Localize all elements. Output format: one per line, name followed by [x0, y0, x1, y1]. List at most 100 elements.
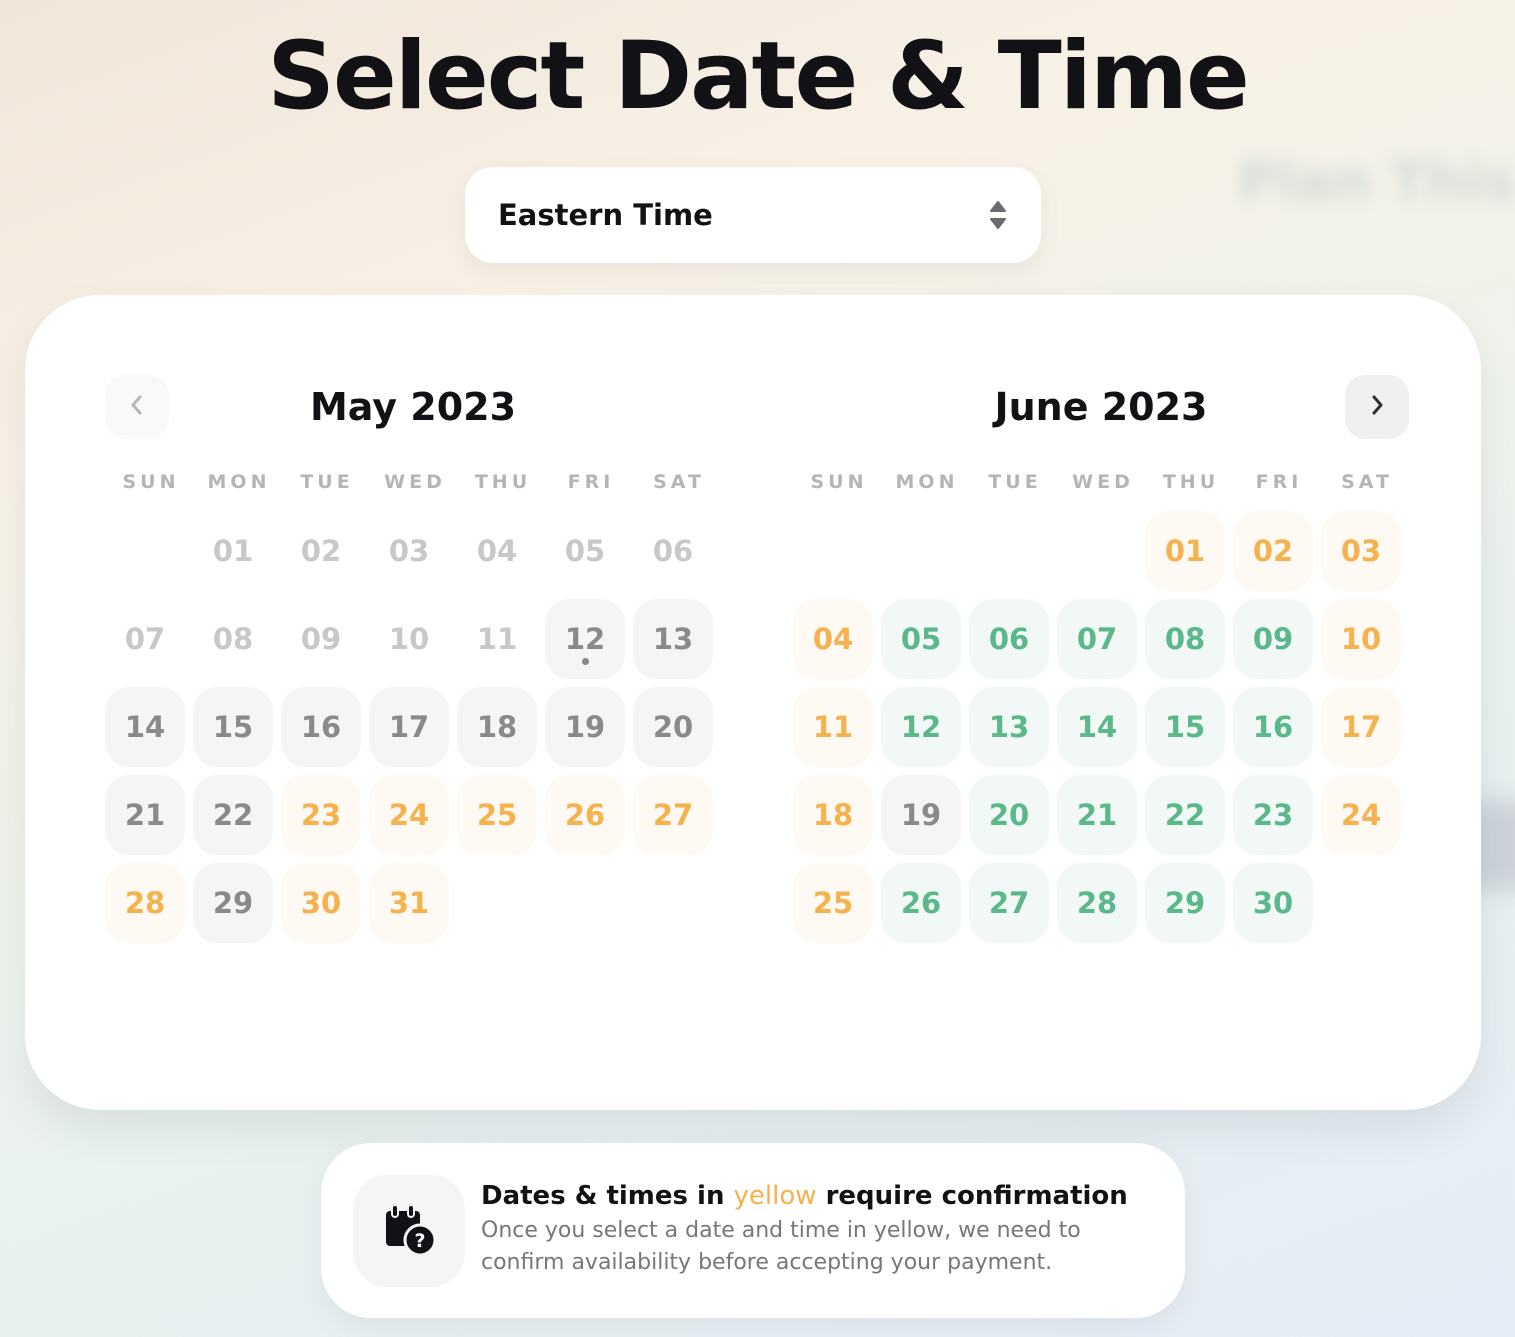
day-number: 27 — [652, 798, 694, 832]
timezone-selected-value: Eastern Time — [498, 198, 713, 232]
day-number: 24 — [1340, 798, 1382, 832]
day-cell-past: 05 — [545, 511, 625, 591]
day-cell-unavailable[interactable]: 19 — [881, 775, 961, 855]
day-number: 24 — [388, 798, 430, 832]
day-cell-confirm[interactable]: 25 — [793, 863, 873, 943]
day-cell-unavailable[interactable]: 14 — [105, 687, 185, 767]
day-number: 20 — [652, 710, 694, 744]
day-cell-confirm[interactable]: 04 — [793, 599, 873, 679]
day-cell-unavailable[interactable]: 16 — [281, 687, 361, 767]
day-cell-unavailable[interactable]: 17 — [369, 687, 449, 767]
day-cell-unavailable[interactable]: 18 — [457, 687, 537, 767]
day-cell-available[interactable]: 09 — [1233, 599, 1313, 679]
weekday-label: THU — [1162, 471, 1220, 493]
day-number: 22 — [212, 798, 254, 832]
weekday-label: SUN — [122, 471, 180, 493]
weekday-label: SAT — [1341, 471, 1393, 493]
day-cell-available[interactable]: 30 — [1233, 863, 1313, 943]
day-number: 06 — [652, 534, 694, 568]
day-cell-available[interactable]: 28 — [1057, 863, 1137, 943]
day-number: 01 — [1164, 534, 1206, 568]
weekday-label: SUN — [810, 471, 868, 493]
day-cell-unavailable[interactable]: 19 — [545, 687, 625, 767]
day-cell-available[interactable]: 20 — [969, 775, 1049, 855]
day-number: 14 — [124, 710, 166, 744]
day-cell-unavailable[interactable]: 20 — [633, 687, 713, 767]
day-cell-unavailable[interactable]: 29 — [193, 863, 273, 943]
day-number: 02 — [300, 534, 342, 568]
timezone-select[interactable]: Eastern Time — [465, 167, 1041, 263]
day-number: 25 — [812, 886, 854, 920]
weekday-label: MON — [895, 471, 959, 493]
day-cell-available[interactable]: 29 — [1145, 863, 1225, 943]
day-number: 18 — [812, 798, 854, 832]
day-cell-available[interactable]: 15 — [1145, 687, 1225, 767]
weekday-label: MON — [207, 471, 271, 493]
day-cell-confirm[interactable]: 26 — [545, 775, 625, 855]
day-cell-available[interactable]: 22 — [1145, 775, 1225, 855]
next-month-button[interactable] — [1345, 375, 1409, 439]
day-cell-confirm[interactable]: 30 — [281, 863, 361, 943]
day-cell-available[interactable]: 07 — [1057, 599, 1137, 679]
day-cell-past: 06 — [633, 511, 713, 591]
day-cell-unavailable[interactable]: 21 — [105, 775, 185, 855]
day-cell-confirm[interactable]: 01 — [1145, 511, 1225, 591]
day-cell-unavailable[interactable]: 15 — [193, 687, 273, 767]
day-cell-confirm[interactable]: 28 — [105, 863, 185, 943]
day-cell-confirm[interactable]: 02 — [1233, 511, 1313, 591]
day-cell-available[interactable]: 12 — [881, 687, 961, 767]
day-cell-available[interactable]: 23 — [1233, 775, 1313, 855]
day-cell-confirm[interactable]: 24 — [369, 775, 449, 855]
day-number: 05 — [900, 622, 942, 656]
calendar-question-icon: ? — [382, 1202, 437, 1260]
day-cell-available[interactable]: 14 — [1057, 687, 1137, 767]
day-cell-past: 03 — [369, 511, 449, 591]
day-number: 15 — [1164, 710, 1206, 744]
day-cell-confirm[interactable]: 03 — [1321, 511, 1401, 591]
notice-title-highlight: yellow — [733, 1181, 817, 1211]
day-cell-confirm[interactable]: 18 — [793, 775, 873, 855]
day-number: 16 — [300, 710, 342, 744]
day-cell-available[interactable]: 16 — [1233, 687, 1313, 767]
day-number: 20 — [988, 798, 1030, 832]
day-cell-available[interactable]: 21 — [1057, 775, 1137, 855]
day-cell-unavailable[interactable]: 12 — [545, 599, 625, 679]
day-cell-available[interactable]: 26 — [881, 863, 961, 943]
day-cell-confirm[interactable]: 24 — [1321, 775, 1401, 855]
day-number: 03 — [388, 534, 430, 568]
day-number: 06 — [988, 622, 1030, 656]
day-cell-available[interactable]: 06 — [969, 599, 1049, 679]
day-number: 02 — [1252, 534, 1294, 568]
day-number: 08 — [212, 622, 254, 656]
day-number: 30 — [1252, 886, 1294, 920]
day-number: 21 — [1076, 798, 1118, 832]
today-indicator-dot — [581, 658, 589, 665]
day-cell-confirm[interactable]: 10 — [1321, 599, 1401, 679]
day-number: 12 — [564, 622, 606, 656]
day-number: 11 — [476, 622, 518, 656]
day-number: 03 — [1340, 534, 1382, 568]
day-cell-confirm[interactable]: 11 — [793, 687, 873, 767]
notice-title: Dates & times in yellow require confirma… — [481, 1181, 1128, 1211]
day-cell-unavailable[interactable]: 13 — [633, 599, 713, 679]
day-cell-past: 08 — [193, 599, 273, 679]
day-number: 07 — [124, 622, 166, 656]
day-cell-confirm[interactable]: 27 — [633, 775, 713, 855]
day-cell-confirm[interactable]: 17 — [1321, 687, 1401, 767]
day-cell-confirm[interactable]: 31 — [369, 863, 449, 943]
day-number: 01 — [212, 534, 254, 568]
day-number: 23 — [1252, 798, 1294, 832]
day-cell-past: 09 — [281, 599, 361, 679]
day-number: 13 — [652, 622, 694, 656]
day-cell-available[interactable]: 08 — [1145, 599, 1225, 679]
day-number: 19 — [900, 798, 942, 832]
day-cell-confirm[interactable]: 25 — [457, 775, 537, 855]
day-number: 10 — [1340, 622, 1382, 656]
notice-icon-box: ? — [353, 1175, 465, 1287]
day-number: 29 — [212, 886, 254, 920]
day-cell-confirm[interactable]: 23 — [281, 775, 361, 855]
day-cell-unavailable[interactable]: 22 — [193, 775, 273, 855]
day-cell-available[interactable]: 27 — [969, 863, 1049, 943]
day-cell-available[interactable]: 05 — [881, 599, 961, 679]
day-cell-available[interactable]: 13 — [969, 687, 1049, 767]
